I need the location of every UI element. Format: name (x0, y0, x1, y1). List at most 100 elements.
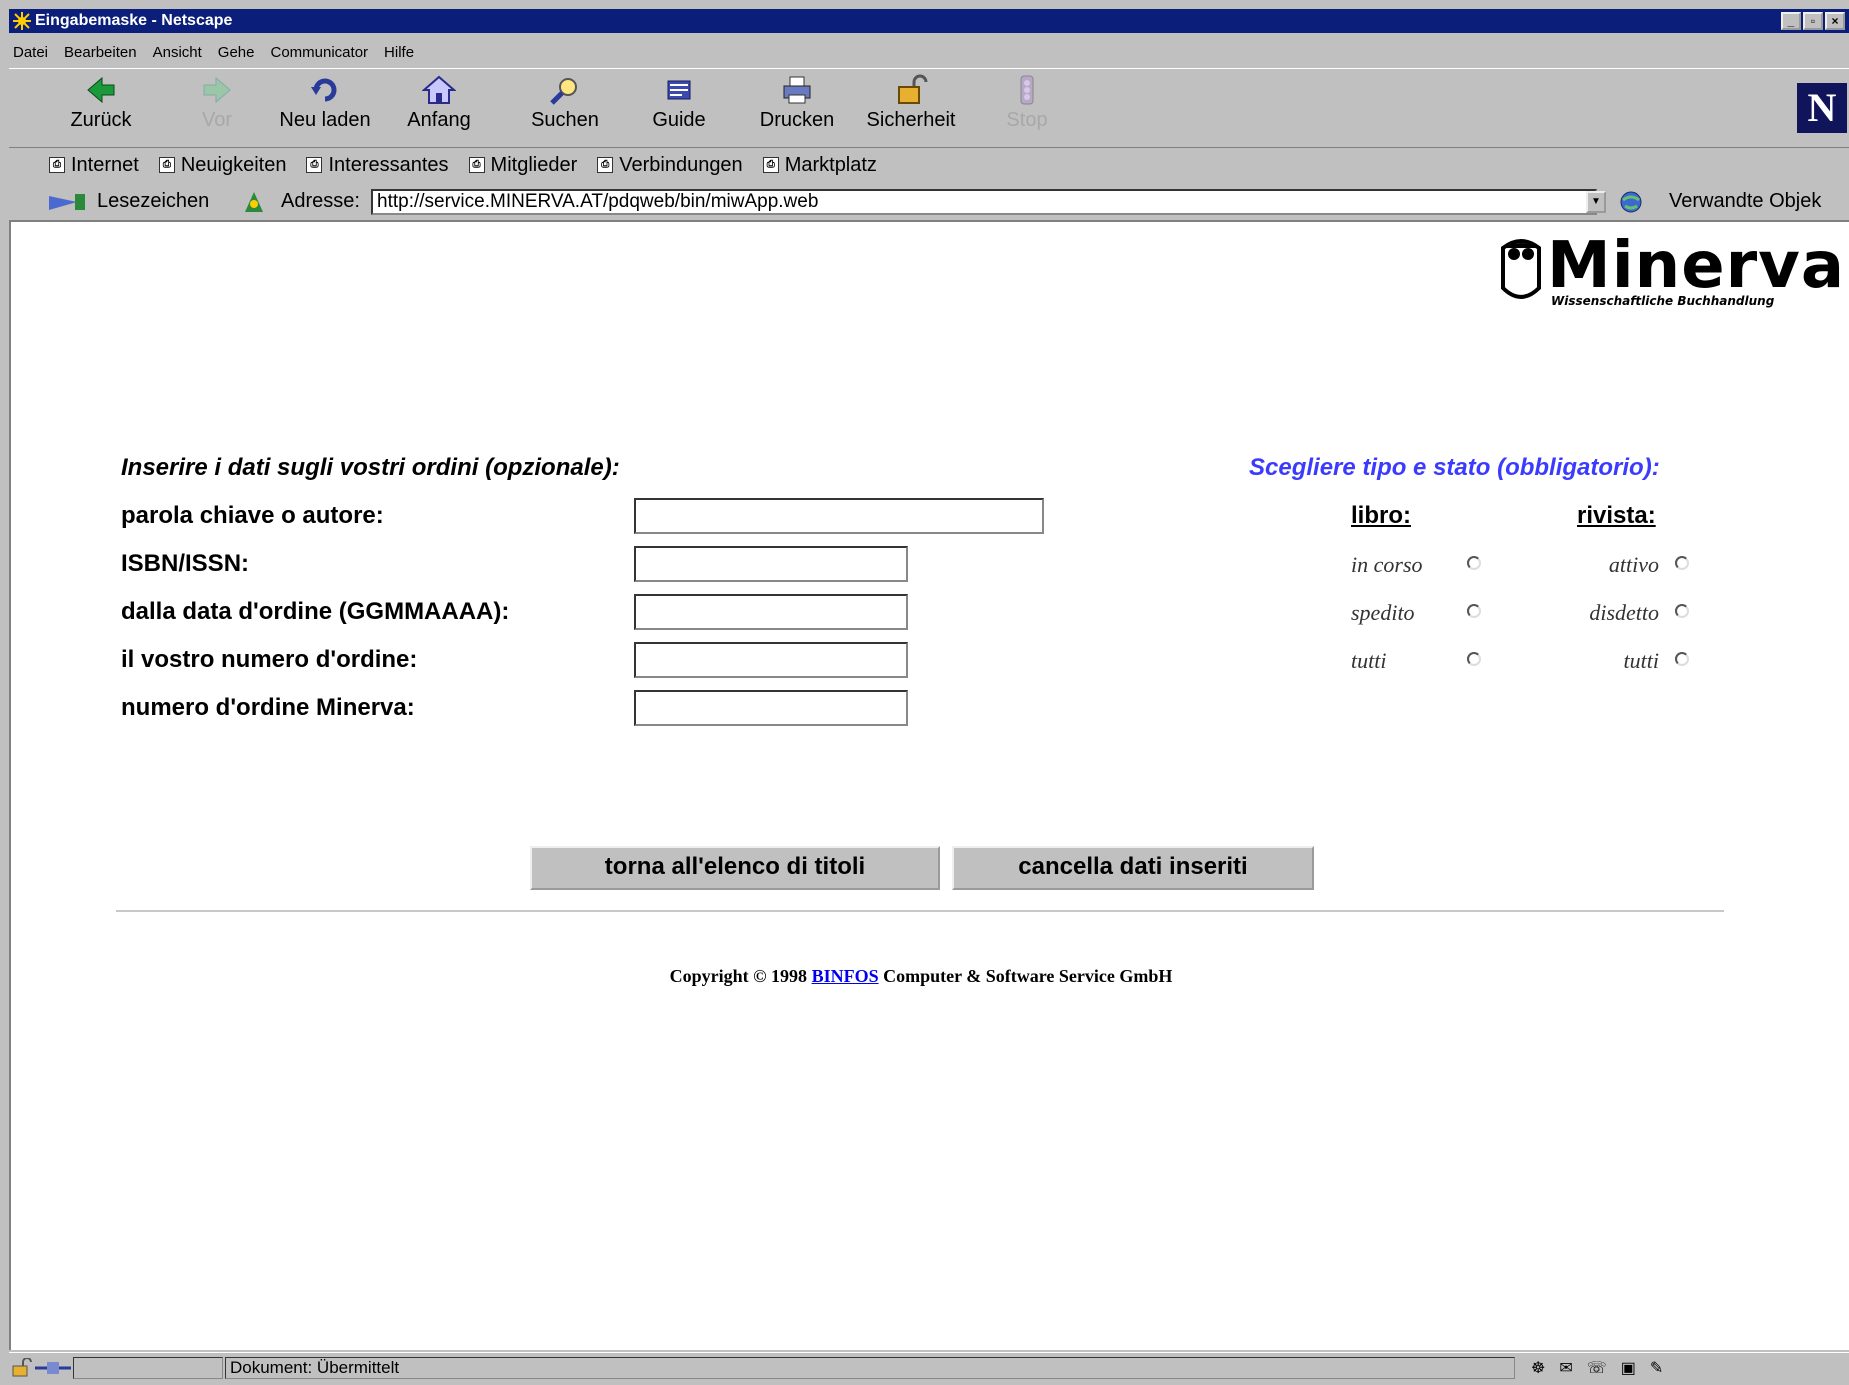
rivista-attivo-radio[interactable] (1675, 556, 1689, 570)
menu-bearbeiten[interactable]: Bearbeiten (64, 44, 137, 61)
menu-ansicht[interactable]: Ansicht (153, 44, 202, 61)
optional-section-heading: Inserire i dati sugli vostri ordini (opz… (121, 454, 620, 481)
back-to-title-list-button[interactable]: torna all'elenco di titoli (530, 846, 940, 890)
search-label: Suchen (531, 109, 599, 131)
libro-header: libro: (1351, 502, 1411, 529)
close-button[interactable]: × (1825, 12, 1845, 30)
rivista-option-disdetto: disdetto (1589, 600, 1659, 625)
libro-spedito-radio[interactable] (1467, 604, 1481, 618)
back-button[interactable]: Zurück (53, 73, 149, 139)
window-title: Eingabemaske - Netscape (35, 12, 233, 29)
stop-icon (1020, 75, 1034, 105)
libro-in-corso-radio[interactable] (1467, 556, 1481, 570)
search-icon (550, 78, 577, 105)
menu-hilfe[interactable]: Hilfe (384, 44, 414, 61)
minerva-order-number-label: numero d'ordine Minerva: (121, 694, 415, 721)
security-button[interactable]: Sicherheit (863, 73, 959, 139)
url-dropdown-arrow[interactable]: ▼ (1586, 191, 1606, 213)
print-button[interactable]: Drucken (749, 73, 845, 139)
order-date-input[interactable] (634, 594, 908, 630)
related-globe-icon (1620, 191, 1642, 213)
reload-button[interactable]: Neu laden (277, 73, 373, 139)
bookmarks-button[interactable]: Lesezeichen (97, 190, 209, 213)
discussions-component-icon[interactable]: ☏ (1587, 1358, 1607, 1378)
bookmark-mitglieder[interactable]: ⎙ Mitglieder (468, 154, 577, 177)
maximize-button[interactable]: ▫ (1803, 12, 1823, 30)
required-section-heading: Scegliere tipo e stato (obbligatorio): (1249, 454, 1660, 481)
rivista-header: rivista: (1577, 502, 1656, 529)
bookmark-marktplatz[interactable]: ⎙ Marktplatz (762, 154, 877, 177)
libro-option-in-corso: in corso (1351, 552, 1423, 577)
personal-toolbar: ⎙ Internet ⎙ Neuigkeiten ⎙ Interessantes ⎙ M… (9, 150, 1849, 180)
home-icon (422, 75, 456, 104)
guide-label: Guide (652, 109, 706, 131)
libro-tutti-radio[interactable] (1467, 652, 1481, 666)
security-status-icon (12, 1358, 32, 1377)
bookmark-verbindungen[interactable]: ⎙ Verbindungen (597, 154, 743, 177)
rivista-tutti-radio[interactable] (1675, 652, 1689, 666)
logo-wordmark: Minerva (1547, 229, 1846, 303)
keyword-author-label: parola chiave o autore: (121, 502, 384, 529)
menu-communicator[interactable]: Communicator (271, 44, 369, 61)
printer-icon (783, 76, 811, 104)
bookmark-internet[interactable]: ⎙ Internet (49, 154, 139, 177)
order-date-label: dalla data d'ordine (GGMMAAAA): (121, 598, 510, 625)
address-label: Adresse: (281, 190, 360, 212)
libro-option-tutti: tutti (1351, 648, 1387, 673)
rivista-disdetto-radio[interactable] (1675, 604, 1689, 618)
menu-datei[interactable]: Datei (13, 44, 48, 61)
your-order-number-label: il vostro numero d'ordine: (121, 646, 418, 673)
netscape-logo[interactable]: N (1797, 83, 1847, 133)
minerva-order-number-input[interactable] (634, 690, 908, 726)
bookmark-folder-icon: ⎙ (49, 157, 65, 173)
isbn-issn-label: ISBN/ISSN: (121, 550, 250, 577)
guide-button[interactable]: Guide (631, 73, 727, 139)
bookmark-neuigkeiten[interactable]: ⎙ Neuigkeiten (158, 154, 286, 177)
bookmark-interessantes[interactable]: ⎙ Interessantes (306, 154, 449, 177)
your-order-number-input[interactable] (634, 642, 908, 678)
forward-label: Vor (201, 109, 233, 131)
owl-logo-icon (1501, 239, 1541, 299)
libro-option-spedito: spedito (1351, 600, 1415, 625)
location-icon (245, 192, 263, 212)
menu-bar: Datei Bearbeiten Ansicht Gehe Communicat… (9, 40, 422, 64)
rivista-option-attivo: attivo (1608, 552, 1659, 577)
progress-meter (73, 1357, 223, 1379)
copyright-footer: Copyright © 1998 BINFOS Computer & Softw… (11, 966, 1831, 987)
padlock-icon (898, 74, 928, 104)
home-label: Anfang (407, 109, 471, 131)
reload-label: Neu laden (279, 109, 371, 131)
logo-tagline: Wissenschaftliche Buchhandlung (1551, 294, 1775, 308)
search-button[interactable]: Suchen (517, 73, 613, 139)
minerva-logo: Minerva Wissenschaftliche Buchhandlung (1485, 234, 1844, 314)
back-label: Zurück (70, 109, 132, 131)
stop-button[interactable]: Stop (979, 73, 1075, 139)
bookmark-folder-icon: ⎙ (468, 157, 485, 173)
bookmark-folder-icon: ⎙ (762, 157, 779, 173)
bookmarks-icon (49, 194, 85, 210)
minimize-button[interactable]: _ (1781, 12, 1801, 30)
status-text: Dokument: Übermittelt (225, 1357, 1515, 1379)
navigation-toolbar: Zurück Vor Neu laden Anfang Suchen Guide… (9, 68, 1849, 148)
copyright-suffix: Computer & Software Service GmbH (883, 966, 1173, 986)
url-input[interactable] (371, 189, 1597, 215)
clear-input-button[interactable]: cancella dati inseriti (952, 846, 1314, 890)
editor-component-icon[interactable]: ✎ (1650, 1358, 1663, 1378)
menu-gehe[interactable]: Gehe (218, 44, 255, 61)
location-toolbar: Lesezeichen Adresse: ▼ Verwandte Objek (9, 186, 1849, 218)
browser-window: Eingabemaske - Netscape _ ▫ × Datei Bear… (9, 0, 1849, 1385)
netscape-app-icon (13, 12, 31, 30)
mail-component-icon[interactable]: ✉ (1559, 1358, 1572, 1378)
copyright-prefix: Copyright © 1998 (669, 966, 808, 986)
isbn-issn-input[interactable] (634, 546, 908, 582)
navigator-component-icon[interactable]: ☸ (1531, 1358, 1545, 1378)
forward-arrow-icon (203, 76, 231, 104)
related-objects-button[interactable]: Verwandte Objek (1669, 190, 1821, 213)
composer-component-icon[interactable]: ▣ (1621, 1358, 1636, 1378)
bookmark-folder-icon: ⎙ (158, 157, 175, 173)
binfos-link[interactable]: BINFOS (812, 966, 879, 986)
horizontal-divider (116, 910, 1724, 912)
forward-button[interactable]: Vor (169, 73, 265, 139)
home-button[interactable]: Anfang (391, 73, 487, 139)
keyword-author-input[interactable] (634, 498, 1044, 534)
